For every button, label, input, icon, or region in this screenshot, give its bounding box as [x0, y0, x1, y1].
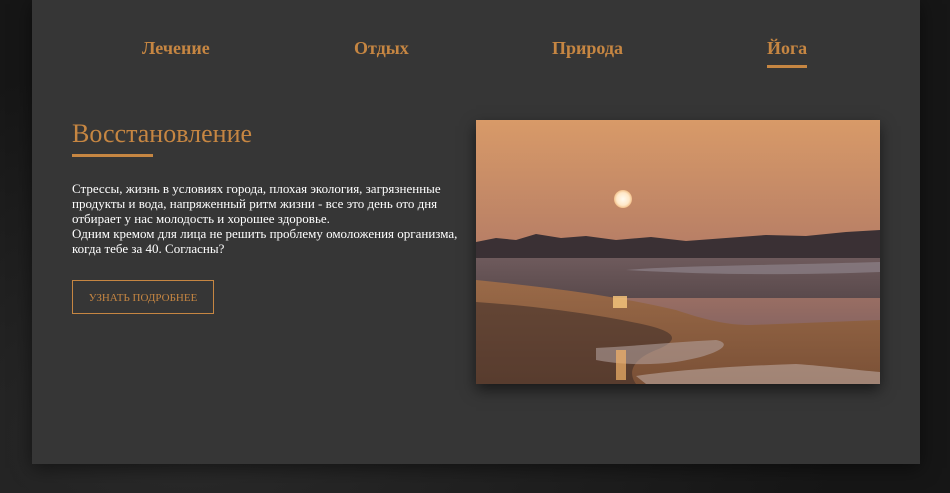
- description-paragraph-2: Одним кремом для лица не решить проблему…: [72, 226, 458, 256]
- description-paragraph-1: Стрессы, жизнь в условиях города, плохая…: [72, 181, 441, 226]
- learn-more-button[interactable]: УЗНАТЬ ПОДРОБНЕЕ: [72, 280, 214, 314]
- content-card: Лечение Отдых Природа Йога Восстановлени…: [32, 0, 920, 464]
- heading-underline: [72, 154, 153, 157]
- section-description: Стрессы, жизнь в условиях города, плохая…: [72, 181, 472, 256]
- main-nav: Лечение Отдых Природа Йога: [32, 38, 920, 78]
- nav-item-nature[interactable]: Природа: [552, 38, 623, 59]
- nav-item-yoga[interactable]: Йога: [767, 38, 808, 68]
- nav-item-treatment[interactable]: Лечение: [142, 38, 210, 59]
- nav-item-rest[interactable]: Отдых: [354, 38, 409, 59]
- section-heading: Восстановление: [72, 119, 253, 148]
- sunset-beach-photo: [476, 120, 880, 384]
